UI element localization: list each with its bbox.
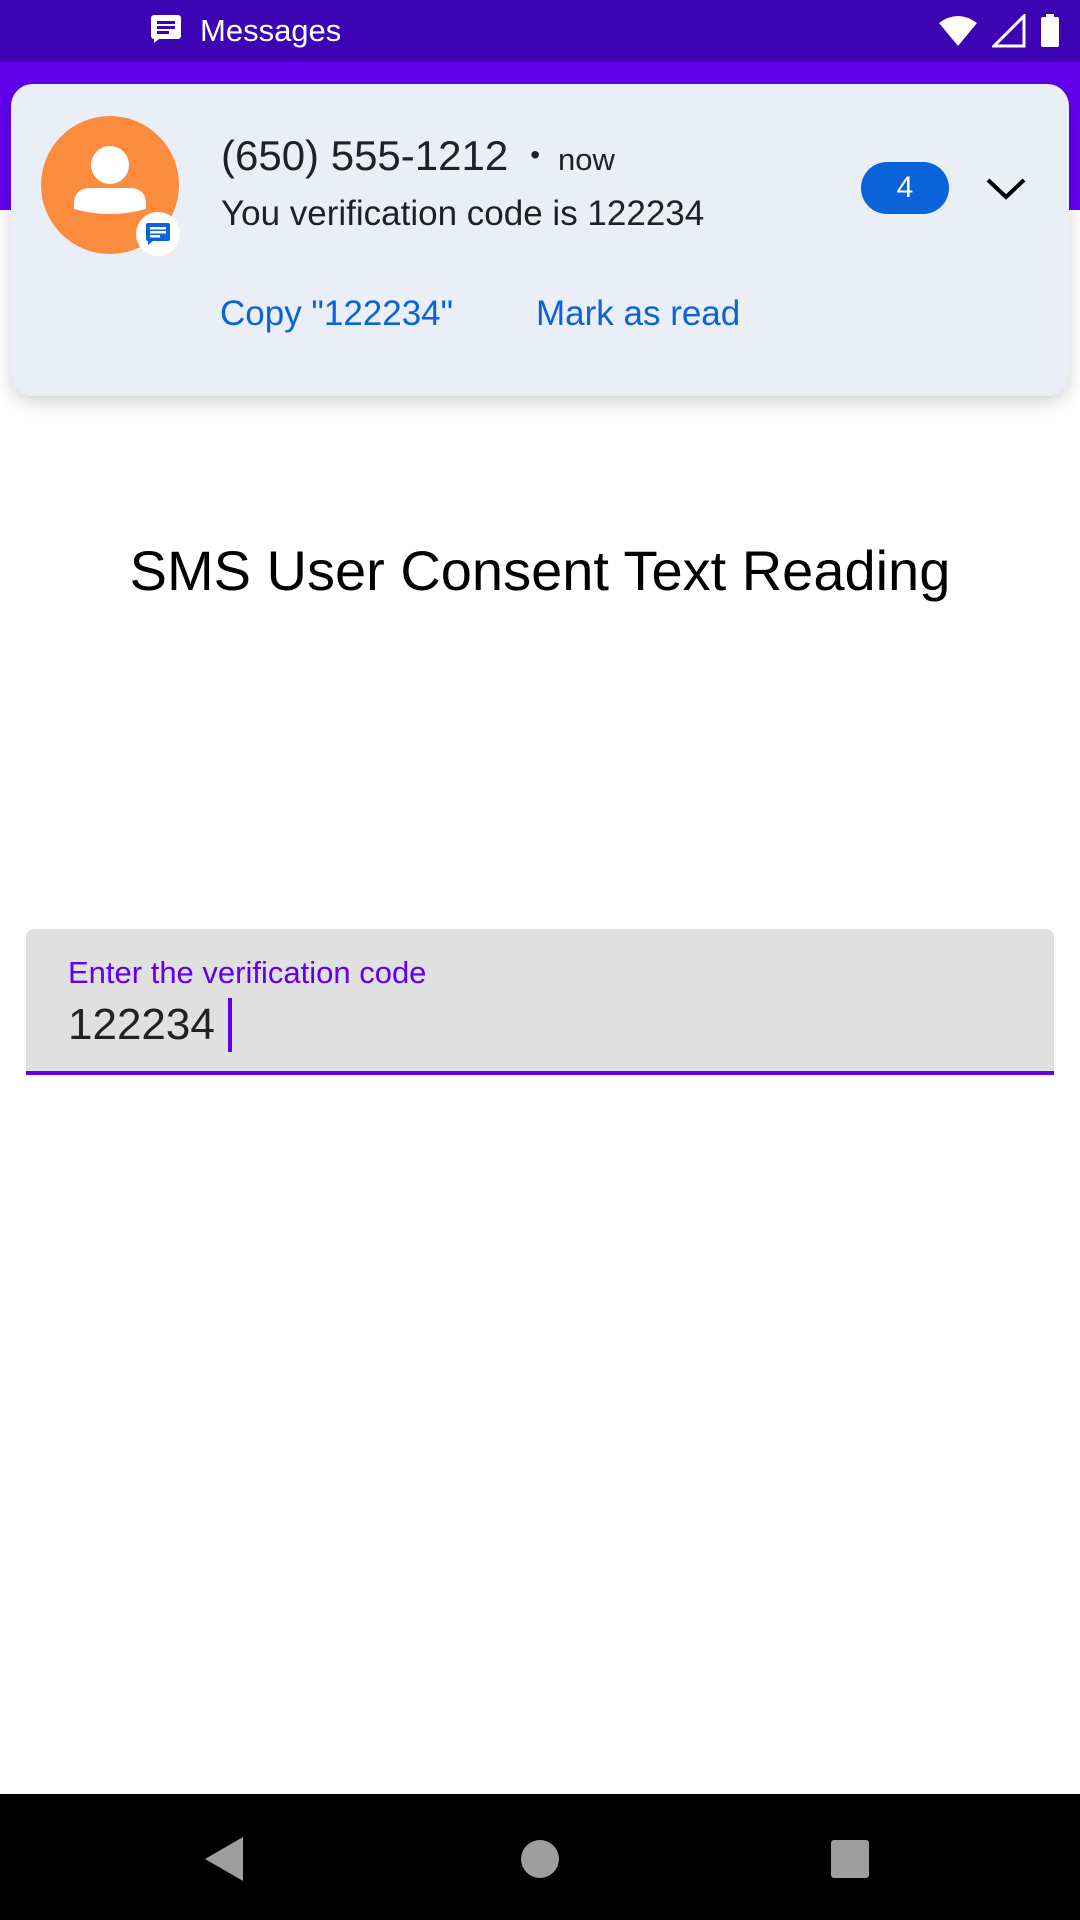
home-icon[interactable] (505, 1824, 575, 1894)
wifi-icon (938, 15, 978, 47)
notification-time: now (558, 142, 615, 177)
status-app-notification: Messages (150, 0, 341, 62)
notification-message: You verification code is 122234 (221, 194, 705, 233)
separator-dot: • (530, 139, 541, 170)
screen: Messages (650) 555-1212 • now You verifi… (0, 0, 1080, 1920)
navigation-bar (0, 1794, 1080, 1920)
messages-badge-icon (136, 212, 180, 256)
verification-code-input[interactable] (68, 1000, 228, 1050)
verification-code-label: Enter the verification code (68, 955, 427, 990)
text-cursor (228, 998, 232, 1052)
battery-icon (1040, 14, 1060, 48)
message-count-badge: 4 (861, 162, 949, 214)
page-title: SMS User Consent Text Reading (129, 539, 951, 602)
verification-code-field[interactable]: Enter the verification code (26, 929, 1054, 1075)
mark-as-read-button[interactable]: Mark as read (536, 294, 740, 334)
status-app-label: Messages (200, 13, 342, 48)
chevron-down-icon[interactable] (981, 164, 1031, 214)
status-icons (938, 0, 1060, 62)
copy-code-button[interactable]: Copy "122234" (220, 294, 453, 334)
back-icon[interactable] (190, 1824, 260, 1894)
cellular-icon (992, 14, 1026, 48)
messages-icon (150, 14, 200, 49)
status-bar: Messages (0, 0, 1080, 62)
verification-code-value-wrap[interactable] (68, 997, 232, 1053)
notification-header: (650) 555-1212 • now (221, 132, 615, 180)
sms-notification[interactable]: (650) 555-1212 • now You verification co… (11, 84, 1069, 396)
sender-number: (650) 555-1212 (221, 132, 509, 179)
recents-icon[interactable] (815, 1824, 885, 1894)
